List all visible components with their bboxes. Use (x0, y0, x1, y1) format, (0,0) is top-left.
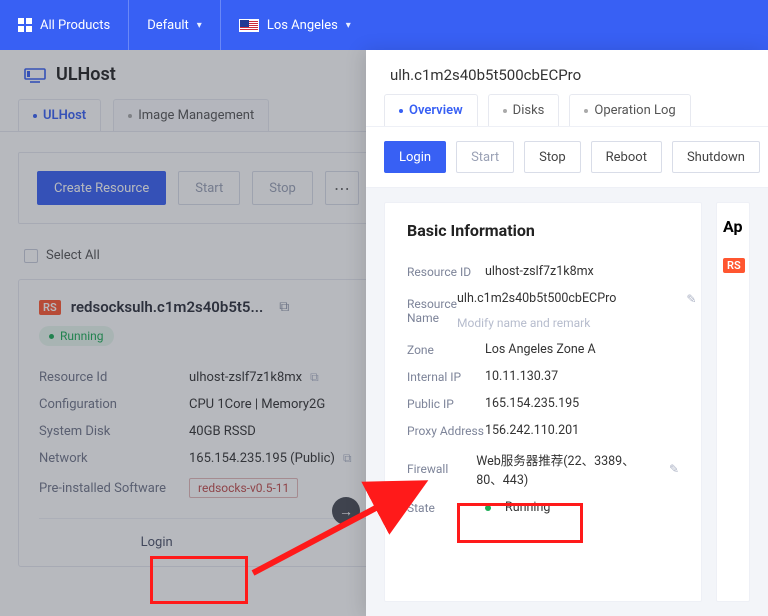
value-internal-ip: 10.11.130.37 (485, 369, 558, 384)
nav-region-label: Los Angeles (267, 18, 338, 33)
label-preinstalled: Pre-installed Software (39, 481, 189, 496)
modify-hint: Modify name and remark (457, 316, 590, 330)
basic-info-panel: Basic Information Resource IDulhost-zslf… (384, 202, 702, 602)
tab-disks[interactable]: Disks (488, 94, 560, 126)
value-firewall: Web服务器推荐(22、3389、80、443) (476, 450, 661, 488)
label-configuration: Configuration (39, 397, 189, 412)
nav-region[interactable]: Los Angeles ▾ (221, 0, 369, 50)
tab-image-management[interactable]: Image Management (113, 99, 269, 131)
value-system-disk: 40GB RSSD (189, 424, 256, 439)
value-state: Running (505, 500, 550, 515)
copy-icon[interactable]: ⧉ (343, 451, 352, 466)
card-login-button[interactable]: Login (131, 531, 183, 554)
value-configuration: CPU 1Core | Memory2G (189, 397, 325, 412)
start-button[interactable]: Start (178, 171, 240, 205)
side-panel: Ap RS (716, 202, 750, 602)
label-resource-id: Resource Id (39, 370, 189, 385)
value-rname: ulh.c1m2s40b5t500cbECPro (457, 291, 616, 306)
label-firewall: Firewall (407, 462, 476, 476)
flag-us-icon (239, 19, 259, 32)
label-public-ip: Public IP (407, 397, 485, 411)
status-dot-icon (485, 505, 491, 511)
edit-icon[interactable]: ✎ (686, 292, 696, 306)
value-zone: Los Angeles Zone A (485, 342, 596, 357)
chevron-down-icon: ▾ (346, 20, 351, 31)
top-nav: All Products Default ▾ Los Angeles ▾ (0, 0, 768, 50)
value-resource-id: ulhost-zslf7z1k8mx (189, 370, 302, 385)
side-panel-heading: Ap (723, 217, 743, 236)
nav-project-label: Default (147, 18, 189, 33)
drawer-login-button[interactable]: Login (384, 141, 446, 173)
nav-project[interactable]: Default ▾ (129, 0, 221, 50)
page-title: ULHost (56, 64, 116, 85)
value-preinstalled: redsocks-v0.5-11 (189, 478, 298, 498)
resource-card-title: redsocksulh.c1m2s40b5t5... (71, 298, 264, 316)
tab-overview[interactable]: Overview (384, 94, 478, 126)
tab-operation-log[interactable]: Operation Log (569, 94, 690, 126)
ulhost-icon (24, 66, 46, 84)
value-public-ip: 165.154.235.195 (485, 396, 579, 411)
stop-button[interactable]: Stop (252, 171, 313, 205)
label-rname: Resource Name (407, 297, 457, 325)
drawer-reboot-button[interactable]: Reboot (591, 141, 662, 173)
detail-drawer: ulh.c1m2s40b5t500cbECPro Overview Disks … (366, 50, 768, 616)
drawer-tabs: Overview Disks Operation Log (366, 94, 768, 127)
basic-info-heading: Basic Information (407, 221, 679, 240)
label-zone: Zone (407, 343, 485, 357)
value-proxy-address: 156.242.110.201 (485, 423, 579, 438)
more-button[interactable]: ⋯ (325, 171, 359, 205)
create-resource-button[interactable]: Create Resource (37, 171, 166, 205)
nav-all-products[interactable]: All Products (0, 0, 129, 50)
rs-badge: RS (39, 300, 61, 315)
drawer-shutdown-button[interactable]: Shutdown (672, 141, 760, 173)
rs-badge: RS (723, 258, 745, 273)
label-state: State (407, 501, 485, 515)
open-external-icon[interactable]: ⧉ (279, 299, 289, 315)
nav-all-products-label: All Products (40, 18, 110, 33)
label-system-disk: System Disk (39, 424, 189, 439)
value-network: 165.154.235.195 (Public) (189, 451, 335, 466)
copy-icon[interactable]: ⧉ (310, 370, 319, 385)
select-all-label: Select All (46, 248, 100, 263)
value-rid: ulhost-zslf7z1k8mx (485, 264, 594, 279)
chevron-down-icon: ▾ (197, 20, 202, 31)
tab-ulhost[interactable]: ULHost (18, 99, 101, 131)
drawer-title: ulh.c1m2s40b5t500cbECPro (366, 50, 768, 94)
label-network: Network (39, 451, 189, 466)
expand-arrow-button[interactable]: → (332, 497, 360, 525)
label-internal-ip: Internal IP (407, 370, 485, 384)
label-proxy-address: Proxy Address (407, 424, 485, 438)
edit-icon[interactable]: ✎ (669, 462, 679, 476)
drawer-start-button[interactable]: Start (456, 141, 514, 173)
select-all-checkbox[interactable] (24, 249, 38, 263)
drawer-toolbar: Login Start Stop Reboot Shutdown ⋯ (366, 127, 768, 188)
status-badge: Running (39, 326, 114, 346)
drawer-stop-button[interactable]: Stop (524, 141, 581, 173)
grid-icon (18, 18, 32, 32)
label-rid: Resource ID (407, 265, 485, 279)
